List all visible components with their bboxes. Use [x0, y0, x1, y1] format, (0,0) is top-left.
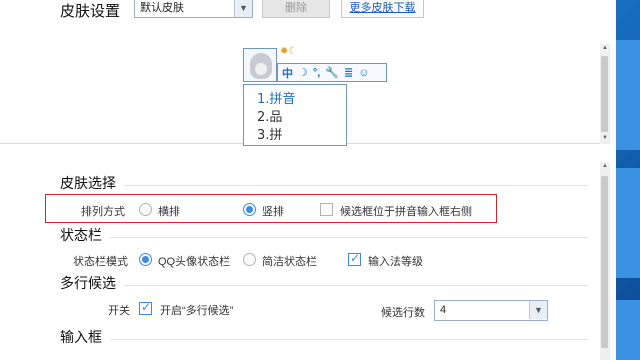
avatar — [243, 48, 277, 82]
skin-preview-panel: ✹☾ 中 ☽ °, 🔧 ≣ ☺ 1.拼音 2.品 3.拼 — [0, 38, 600, 146]
scroll-down-icon[interactable]: ▼ — [600, 135, 610, 141]
chevron-down-icon[interactable]: ▼ — [529, 301, 547, 319]
scroll-up-icon[interactable]: ▲ — [600, 45, 610, 51]
section-title-multirow: 多行候选 — [60, 275, 116, 291]
skin-settings-dialog: 皮肤设置 默认皮肤 ▼ 删除 更多皮肤下载 ✹☾ 中 ☽ °, 🔧 ≣ ☺ 1.… — [0, 0, 616, 360]
show-level-checkbox[interactable] — [348, 251, 361, 266]
sun-moon-icon: ✹☾ — [280, 46, 298, 57]
candidate-item: 1.拼音 — [257, 92, 296, 107]
skin-select[interactable]: 默认皮肤 ▼ — [134, 0, 253, 18]
chinese-mode-icon: 中 — [282, 67, 293, 80]
status-mode-label: 状态栏模式 — [73, 256, 128, 268]
candidate-right-checkbox[interactable] — [320, 203, 333, 216]
settings-scrollbar[interactable]: ▲ — [600, 162, 610, 360]
layout-label: 排列方式 — [81, 206, 125, 218]
layout-horizontal-radio[interactable] — [139, 203, 152, 216]
candidate-item: 2.品 — [257, 110, 283, 125]
qq-penguin-icon — [250, 53, 272, 79]
section-title-input: 输入框 — [60, 329, 102, 345]
desktop-window-pane — [614, 300, 640, 360]
menu-icon: ≣ — [344, 67, 354, 79]
skin-select-value: 默认皮肤 — [140, 2, 184, 14]
page-title: 皮肤设置 — [60, 3, 121, 20]
candidate-item: 3.拼 — [257, 128, 283, 143]
punctuation-icon: °, — [312, 66, 321, 79]
desktop-window-pane — [614, 40, 640, 150]
status-simple-label[interactable]: 简洁状态栏 — [262, 253, 317, 269]
layout-vertical-label[interactable]: 竖排 — [262, 203, 284, 219]
switch-label: 开关 — [108, 305, 130, 317]
scrollbar-thumb[interactable] — [601, 176, 608, 348]
multirow-enable-label[interactable]: 开启“多行候选” — [160, 302, 233, 318]
rows-label: 候选行数 — [381, 307, 425, 319]
scrollbar-thumb[interactable] — [601, 56, 608, 132]
settings-panel: 皮肤选择 排列方式 横排 竖排 候选框位于拼音输入框右侧 状态栏 状态栏模式 Q… — [0, 159, 600, 360]
section-title-skin: 皮肤选择 — [60, 175, 116, 191]
section-divider — [110, 339, 588, 340]
desktop-window-pane — [614, 168, 640, 278]
more-skins-link[interactable]: 更多皮肤下载 — [341, 0, 424, 18]
chevron-down-icon[interactable]: ▼ — [234, 0, 252, 17]
section-divider — [110, 237, 588, 238]
candidate-list-preview: 1.拼音 2.品 3.拼 — [243, 84, 347, 146]
layout-horizontal-label[interactable]: 横排 — [158, 203, 180, 219]
smiley-icon: ☺ — [358, 66, 370, 79]
status-qq-label[interactable]: QQ头像状态栏 — [158, 253, 230, 269]
preview-scrollbar[interactable]: ▲ ▼ — [600, 44, 610, 144]
scroll-up-icon[interactable]: ▲ — [600, 163, 610, 169]
show-level-label[interactable]: 输入法等级 — [368, 253, 423, 269]
section-title-status: 状态栏 — [60, 227, 102, 243]
candidate-right-label[interactable]: 候选框位于拼音输入框右侧 — [340, 203, 472, 219]
status-simple-radio[interactable] — [243, 253, 256, 266]
delete-button[interactable]: 删除 — [262, 0, 330, 18]
layout-vertical-radio[interactable] — [243, 203, 256, 216]
ime-status-toolbar: 中 ☽ °, 🔧 ≣ ☺ — [277, 63, 387, 82]
rows-select[interactable]: 4 ▼ — [434, 300, 548, 321]
wrench-icon: 🔧 — [325, 67, 340, 79]
section-divider — [124, 185, 588, 186]
status-qq-radio[interactable] — [139, 253, 152, 266]
rows-select-value: 4 — [440, 304, 447, 316]
moon-icon: ☽ — [298, 67, 308, 79]
multirow-enable-checkbox[interactable] — [139, 300, 152, 315]
section-divider — [124, 285, 588, 286]
